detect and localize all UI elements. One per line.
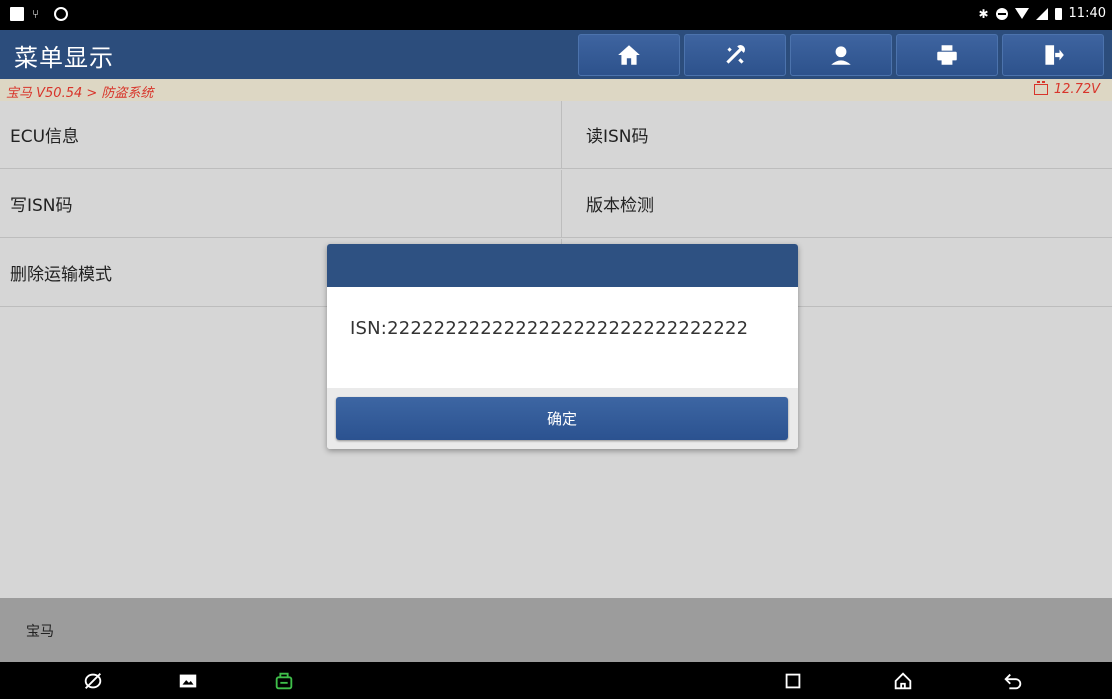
user-button[interactable] xyxy=(790,34,892,76)
menu-item-label: 版本检测 xyxy=(586,196,654,216)
vci-button[interactable] xyxy=(271,668,297,694)
home-button[interactable] xyxy=(578,34,680,76)
user-icon xyxy=(831,46,851,65)
menu-item-label: 读ISN码 xyxy=(586,127,649,147)
back-icon xyxy=(1004,673,1022,690)
gallery-icon xyxy=(179,674,197,688)
browser-button[interactable] xyxy=(80,668,106,694)
voltage-value: 12.72V xyxy=(1053,82,1100,97)
usb-icon: ⑂ xyxy=(32,7,40,21)
menu-item-read-isn[interactable]: 读ISN码 xyxy=(562,101,1112,169)
dialog-footer: 确定 xyxy=(327,388,798,449)
tools-icon xyxy=(726,44,746,64)
browser-icon xyxy=(84,673,102,689)
menu-item-label: ECU信息 xyxy=(10,127,80,147)
recents-icon xyxy=(785,673,801,689)
gallery-button[interactable] xyxy=(175,668,201,694)
navigation-bar xyxy=(0,662,1112,699)
title-bar: 菜单显示 xyxy=(0,30,1112,79)
menu-item-label: 写ISN码 xyxy=(10,196,73,216)
image-notification-icon xyxy=(10,7,24,21)
home-nav-icon xyxy=(894,672,912,690)
menu-item-ecu-info[interactable]: ECU信息 xyxy=(0,101,562,169)
menu-item-write-isn[interactable]: 写ISN码 xyxy=(0,170,562,238)
status-right-icons: ✱ 11:40 xyxy=(978,6,1106,21)
battery-icon xyxy=(1054,7,1062,20)
status-left-icons: ⑂ xyxy=(10,7,68,21)
status-time: 11:40 xyxy=(1068,6,1106,21)
footer-bar: 宝马 xyxy=(0,598,1112,662)
isn-dialog: ISN:2222222222222222222222222222222 确定 xyxy=(327,244,798,449)
vci-icon xyxy=(275,672,293,690)
do-not-disturb-icon xyxy=(995,7,1008,20)
ok-button[interactable]: 确定 xyxy=(336,397,788,440)
recents-button[interactable] xyxy=(780,668,806,694)
footer-label: 宝马 xyxy=(26,624,54,640)
bluetooth-icon: ✱ xyxy=(978,6,989,21)
exit-icon xyxy=(1045,45,1064,65)
status-bar: ⑂ ✱ 11:40 xyxy=(0,0,1112,30)
toolbar xyxy=(578,34,1104,76)
debug-icon xyxy=(54,7,68,21)
signal-icon xyxy=(1035,7,1048,20)
exit-button[interactable] xyxy=(1002,34,1104,76)
printer-icon xyxy=(937,45,957,65)
menu-item-version-check[interactable]: 版本检测 xyxy=(562,170,1112,238)
page-title: 菜单显示 xyxy=(14,44,114,72)
home-icon xyxy=(618,45,640,65)
voltage-indicator: 12.72V xyxy=(1033,81,1100,97)
dialog-header xyxy=(327,244,798,287)
wifi-icon xyxy=(1014,8,1029,19)
tools-button[interactable] xyxy=(684,34,786,76)
back-button[interactable] xyxy=(1000,668,1026,694)
dialog-message: ISN:2222222222222222222222222222222 xyxy=(327,287,798,388)
print-button[interactable] xyxy=(896,34,998,76)
home-nav-button[interactable] xyxy=(890,668,916,694)
breadcrumb-bar: 宝马 V50.54 > 防盗系统 12.72V xyxy=(0,79,1112,101)
menu-item-label: 删除运输模式 xyxy=(10,265,112,285)
breadcrumb: 宝马 V50.54 > 防盗系统 xyxy=(6,86,154,101)
car-battery-icon xyxy=(1033,81,1048,95)
